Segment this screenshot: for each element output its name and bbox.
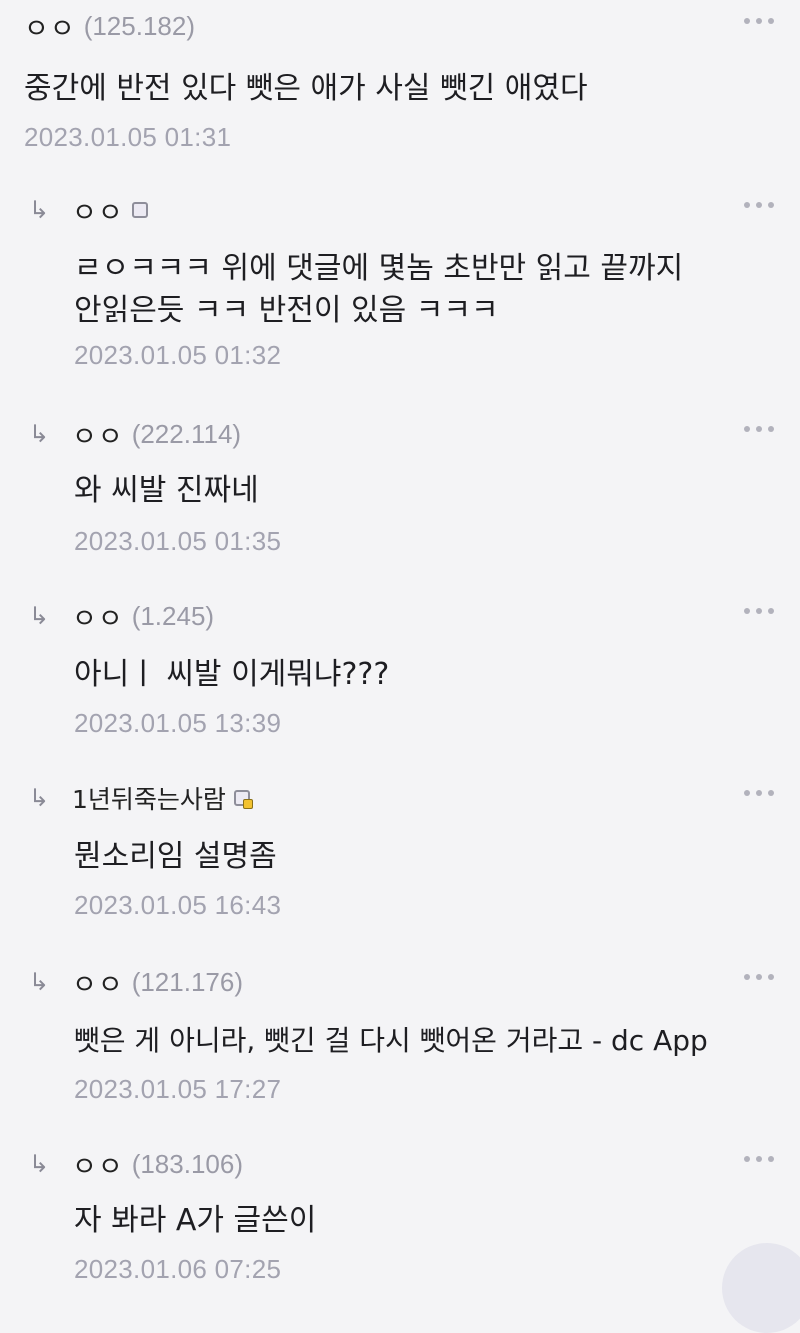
comment-text: 아니ㅣ 씨발 이게뭐냐??? xyxy=(74,657,390,692)
reply-arrow-icon: ↳ xyxy=(28,784,50,812)
comment-date: 2023.01.05 17:27 xyxy=(74,1074,282,1104)
floating-action-button[interactable] xyxy=(722,1243,800,1333)
comment-date: 2023.01.05 01:31 xyxy=(24,122,232,152)
comment-ip: (125.182) xyxy=(83,10,195,41)
comment-header: ↳ ㅇㅇ (222.114) xyxy=(24,414,241,454)
reply-arrow-icon: ↳ xyxy=(28,196,50,224)
comment-nickname[interactable]: ㅇㅇ xyxy=(72,597,124,636)
comment-text: 중간에 반전 있다 뺏은 애가 사실 뺏긴 애였다 xyxy=(24,71,588,106)
comment-date: 2023.01.05 16:43 xyxy=(74,890,282,920)
comment-header: ↳ ㅇㅇ xyxy=(24,190,148,230)
comment-ip: (121.176) xyxy=(131,966,243,997)
comment-date: 2023.01.05 13:39 xyxy=(74,708,282,738)
reply-arrow-icon: ↳ xyxy=(28,602,50,630)
member-badge-icon xyxy=(131,202,148,218)
comment-ip: (183.106) xyxy=(131,1148,243,1179)
more-dots-icon[interactable] xyxy=(744,1156,774,1162)
comment-header: ↳ ㅇㅇ (183.106) xyxy=(24,1144,243,1184)
comment-text: ㄹㅇㅋㅋㅋ 위에 댓글에 몇놈 초반만 읽고 끝까지 안읽은듯 ㅋㅋ 반전이 있… xyxy=(74,251,684,328)
reply-arrow-icon: ↳ xyxy=(28,968,50,996)
comment-header: ↳ ㅇㅇ (121.176) xyxy=(24,962,243,1002)
more-dots-icon[interactable] xyxy=(744,202,774,208)
comment-header: ↳ 1년뒤죽는사람 xyxy=(24,778,253,818)
comment-nickname[interactable]: ㅇㅇ xyxy=(72,415,124,454)
comment-nickname[interactable]: ㅇㅇ xyxy=(24,7,76,46)
comment-text: 자 봐라 A가 글쓴이 xyxy=(74,1203,317,1238)
comment-date: 2023.01.06 07:25 xyxy=(74,1254,282,1284)
comment-nickname[interactable]: ㅇㅇ xyxy=(72,1145,124,1184)
comment-date: 2023.01.05 01:32 xyxy=(74,340,282,370)
comment-nickname[interactable]: 1년뒤죽는사람 xyxy=(72,780,226,816)
more-dots-icon[interactable] xyxy=(744,18,774,24)
reply-arrow-icon: ↳ xyxy=(28,1150,50,1178)
comment-text: 와 씨발 진짜네 xyxy=(74,473,259,508)
comment-header: ㅇㅇ (125.182) xyxy=(24,6,195,46)
more-dots-icon[interactable] xyxy=(744,974,774,980)
more-dots-icon[interactable] xyxy=(744,608,774,614)
comment-ip: (222.114) xyxy=(131,418,242,449)
comment-date: 2023.01.05 01:35 xyxy=(74,526,282,556)
comment-text: 뭔소리임 설명좀 xyxy=(74,839,277,874)
member-badge-icon xyxy=(233,790,253,809)
comment-header: ↳ ㅇㅇ (1.245) xyxy=(24,596,214,636)
comment-nickname[interactable]: ㅇㅇ xyxy=(72,191,124,230)
reply-arrow-icon: ↳ xyxy=(28,420,50,448)
comment-text: 뺏은 게 아니라, 뺏긴 걸 다시 뺏어온 거라고 - dc App xyxy=(74,1024,708,1057)
more-dots-icon[interactable] xyxy=(744,790,774,796)
more-dots-icon[interactable] xyxy=(744,426,774,432)
comment-nickname[interactable]: ㅇㅇ xyxy=(72,963,124,1002)
comment-ip: (1.245) xyxy=(131,600,215,631)
